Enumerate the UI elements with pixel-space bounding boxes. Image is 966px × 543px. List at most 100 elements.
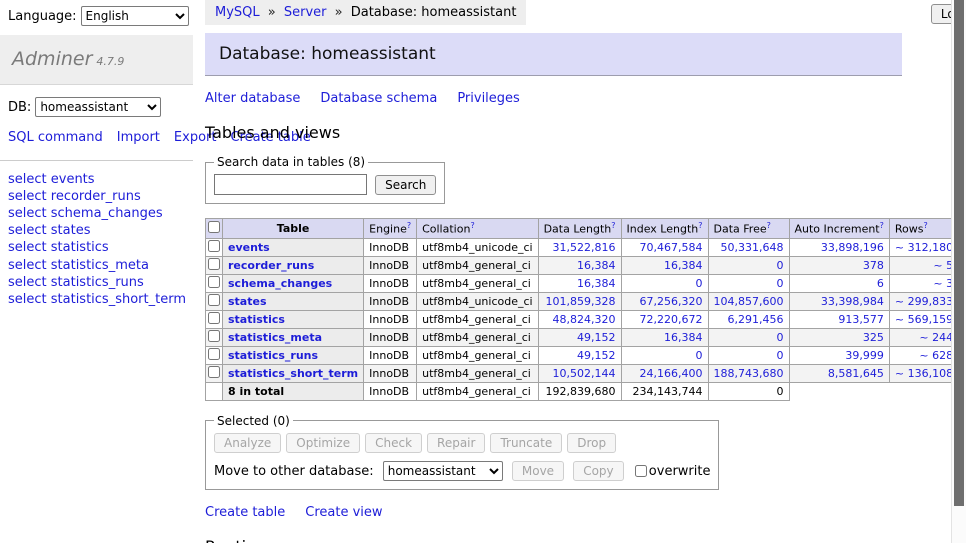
breadcrumb-link-mysql[interactable]: MySQL — [215, 5, 260, 20]
row-checkbox-statistics[interactable] — [208, 312, 220, 324]
cell-data-free: 50,331,648 — [708, 238, 789, 256]
sidebar-item-select-events[interactable]: select events — [8, 171, 185, 188]
move-button[interactable]: Move — [512, 461, 564, 481]
drop-button[interactable]: Drop — [567, 433, 616, 453]
search-input[interactable] — [214, 174, 367, 195]
cell-data-free: 188,743,680 — [708, 364, 789, 382]
sidebar-item-select-statistics-meta[interactable]: select statistics_meta — [8, 257, 185, 274]
help-icon[interactable]: ? — [407, 221, 411, 230]
help-icon[interactable]: ? — [880, 221, 884, 230]
db-select[interactable]: homeassistant — [35, 97, 161, 117]
db-action-privileges[interactable]: Privileges — [457, 91, 520, 106]
cell-index-length: 70,467,584 — [621, 238, 708, 256]
breadcrumb-separator: » — [331, 5, 347, 20]
grid-header-row: TableEngine?Collation?Data Length?Index … — [206, 219, 966, 239]
db-selector-row: DB: homeassistant — [0, 85, 193, 121]
grid-body: eventsInnoDButf8mb4_unicode_ci31,522,816… — [206, 238, 966, 400]
cell-data-free: 0 — [708, 274, 789, 292]
vertical-scrollbar[interactable] — [951, 0, 966, 543]
help-icon[interactable]: ? — [698, 221, 702, 230]
table-row: statesInnoDButf8mb4_unicode_ci101,859,32… — [206, 292, 966, 310]
link-create-view[interactable]: Create view — [305, 505, 382, 520]
total-cell-engine: InnoDB — [364, 382, 417, 400]
row-checkbox-recorder-runs[interactable] — [208, 258, 220, 270]
cell-collation: utf8mb4_general_ci — [417, 274, 538, 292]
select-all-checkbox[interactable] — [208, 221, 220, 233]
column-header-collation: Collation? — [417, 219, 538, 239]
help-icon[interactable]: ? — [923, 221, 927, 230]
search-legend: Search data in tables (8) — [214, 155, 368, 169]
sidebar-item-select-statistics[interactable]: select statistics — [8, 239, 185, 256]
cell-index-length: 67,256,320 — [621, 292, 708, 310]
sidebar-item-select-recorder-runs[interactable]: select recorder_runs — [8, 188, 185, 205]
column-header-data-free: Data Free? — [708, 219, 789, 239]
cell-auto-increment: 913,577 — [789, 310, 889, 328]
tables-grid: TableEngine?Collation?Data Length?Index … — [205, 218, 966, 401]
sidebar-item-select-states[interactable]: select states — [8, 222, 185, 239]
db-label: DB: — [8, 100, 31, 115]
table-row: statistics_short_termInnoDButf8mb4_gener… — [206, 364, 966, 382]
cell-data-free: 0 — [708, 346, 789, 364]
adminer-page: Language:English Adminer4.7.9 DB:homeass… — [0, 0, 966, 543]
column-header-auto-increment: Auto Increment? — [789, 219, 889, 239]
cell-collation: utf8mb4_unicode_ci — [417, 292, 538, 310]
analyze-button[interactable]: Analyze — [214, 433, 281, 453]
repair-button[interactable]: Repair — [427, 433, 485, 453]
row-checkbox-events[interactable] — [208, 240, 220, 252]
cell-index-length: 16,384 — [621, 328, 708, 346]
language-select[interactable]: English — [81, 6, 189, 26]
sidebar-item-select-statistics-runs[interactable]: select statistics_runs — [8, 274, 185, 291]
cell-data-length: 16,384 — [538, 256, 621, 274]
cell-collation: utf8mb4_unicode_ci — [417, 238, 538, 256]
cell-engine: InnoDB — [364, 292, 417, 310]
row-checkbox-statistics-runs[interactable] — [208, 348, 220, 360]
help-icon[interactable]: ? — [611, 221, 615, 230]
table-link-statistics-meta[interactable]: statistics_meta — [228, 331, 322, 344]
link-create-table[interactable]: Create table — [205, 505, 285, 520]
row-checkbox-statistics-meta[interactable] — [208, 330, 220, 342]
column-header-rows: Rows? — [889, 219, 958, 239]
optimize-button[interactable]: Optimize — [286, 433, 360, 453]
row-checkbox-schema-changes[interactable] — [208, 276, 220, 288]
selected-buttons: AnalyzeOptimizeCheckRepairTruncateDrop — [214, 433, 710, 453]
db-action-alter-database[interactable]: Alter database — [205, 91, 300, 106]
table-link-events[interactable]: events — [228, 241, 270, 254]
sidebar-item-select-statistics-short-term[interactable]: select statistics_short_term — [8, 291, 185, 308]
sidebar-item-select-schema-changes[interactable]: select schema_changes — [8, 205, 185, 222]
total-cell-index-length: 234,143,744 — [621, 382, 708, 400]
cell-data-free: 6,291,456 — [708, 310, 789, 328]
cell-data-length: 31,522,816 — [538, 238, 621, 256]
breadcrumb-link-server[interactable]: Server — [284, 5, 327, 20]
scrollbar-thumb[interactable] — [954, 0, 964, 506]
table-row: statistics_runsInnoDButf8mb4_general_ci4… — [206, 346, 966, 364]
sidebar-action-sql-command[interactable]: SQL command — [8, 130, 103, 145]
cell-engine: InnoDB — [364, 256, 417, 274]
copy-button[interactable]: Copy — [573, 461, 623, 481]
table-link-statistics-runs[interactable]: statistics_runs — [228, 349, 318, 362]
cell-rows: ~ 299,833 — [889, 292, 958, 310]
move-database-select[interactable]: homeassistant — [383, 461, 503, 481]
cell-data-length: 48,824,320 — [538, 310, 621, 328]
table-link-statistics[interactable]: statistics — [228, 313, 285, 326]
overwrite-checkbox[interactable] — [635, 465, 647, 477]
sidebar-action-import[interactable]: Import — [117, 130, 160, 145]
db-action-database-schema[interactable]: Database schema — [320, 91, 437, 106]
table-link-statistics-short-term[interactable]: statistics_short_term — [228, 367, 358, 380]
cell-auto-increment: 33,898,196 — [789, 238, 889, 256]
adminer-title[interactable]: Adminer — [12, 48, 92, 70]
help-icon[interactable]: ? — [470, 221, 474, 230]
overwrite-label: overwrite — [649, 464, 711, 479]
help-icon[interactable]: ? — [767, 221, 771, 230]
table-link-states[interactable]: states — [228, 295, 267, 308]
search-button[interactable]: Search — [375, 175, 436, 195]
table-row: statisticsInnoDButf8mb4_general_ci48,824… — [206, 310, 966, 328]
truncate-button[interactable]: Truncate — [490, 433, 562, 453]
row-checkbox-statistics-short-term[interactable] — [208, 366, 220, 378]
cell-auto-increment: 6 — [789, 274, 889, 292]
table-link-schema-changes[interactable]: schema_changes — [228, 277, 332, 290]
cell-data-length: 49,152 — [538, 346, 621, 364]
check-button[interactable]: Check — [365, 433, 422, 453]
total-cell-data-free: 0 — [708, 382, 789, 400]
row-checkbox-states[interactable] — [208, 294, 220, 306]
table-link-recorder-runs[interactable]: recorder_runs — [228, 259, 314, 272]
